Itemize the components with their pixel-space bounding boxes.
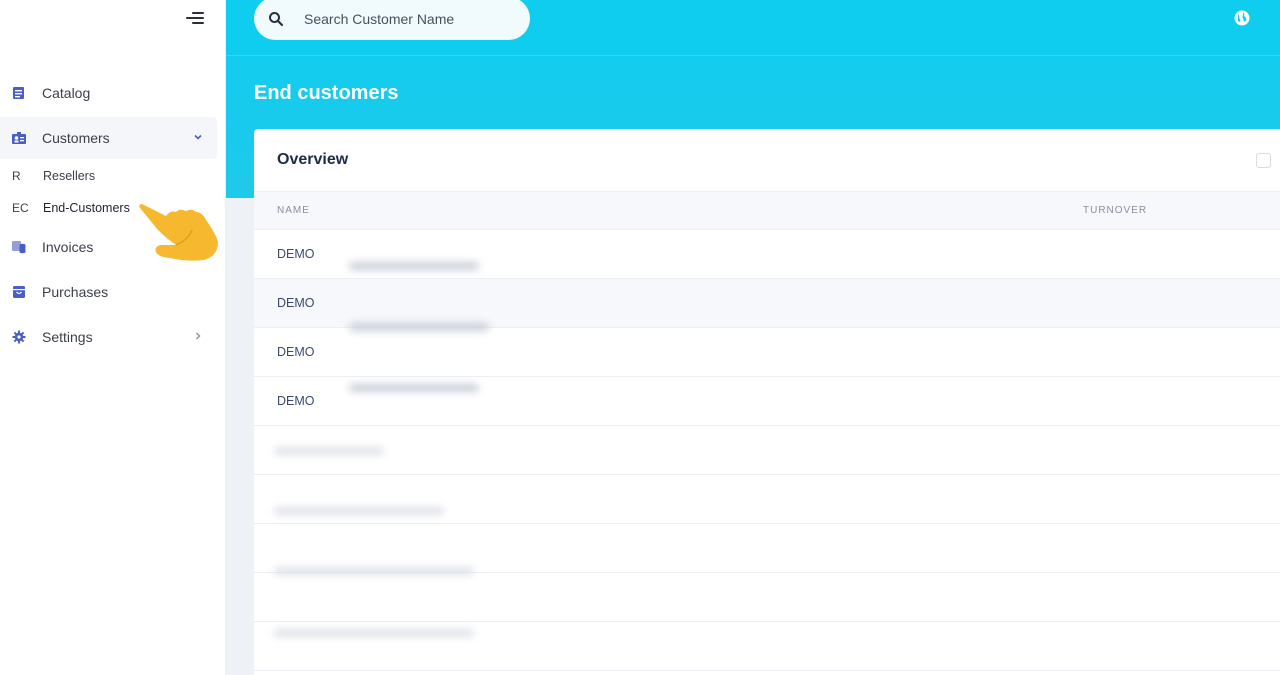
customer-name: DEMO bbox=[277, 345, 315, 359]
table-row[interactable]: DEMO bbox=[254, 279, 1280, 328]
card-checkbox[interactable] bbox=[1256, 153, 1271, 168]
page-title: End customers bbox=[254, 82, 399, 104]
purchases-icon bbox=[12, 285, 26, 299]
customer-name: DEMO bbox=[277, 394, 315, 408]
sidebar: Catalog Customers R Resellers EC End-Cus… bbox=[0, 0, 226, 675]
sidebar-subitem-end-customers[interactable]: EC End-Customers bbox=[12, 198, 130, 218]
redacted-text bbox=[274, 447, 384, 455]
table-header: NAME TURNOVER bbox=[254, 191, 1280, 230]
sidebar-item-purchases[interactable]: Purchases bbox=[0, 271, 217, 313]
customer-name: DEMO bbox=[277, 296, 315, 310]
redacted-text bbox=[349, 323, 489, 331]
table-row[interactable]: DEMO bbox=[254, 230, 1280, 279]
redacted-text bbox=[274, 567, 474, 575]
subitem-abbr: R bbox=[12, 169, 21, 183]
overview-card: Overview NAME TURNOVER DEMO DEMO DEMO DE… bbox=[254, 129, 1280, 675]
sidebar-item-customers[interactable]: Customers bbox=[0, 117, 217, 159]
subitem-abbr: EC bbox=[12, 201, 29, 215]
card-title: Overview bbox=[277, 151, 349, 168]
sidebar-item-label: Purchases bbox=[42, 284, 109, 300]
sidebar-subitem-resellers[interactable]: R Resellers bbox=[12, 166, 95, 186]
sidebar-item-label: Invoices bbox=[42, 239, 94, 255]
gear-icon bbox=[12, 330, 26, 344]
search-input[interactable] bbox=[304, 10, 504, 27]
sidebar-item-catalog[interactable]: Catalog bbox=[0, 72, 217, 114]
redacted-text bbox=[349, 262, 479, 270]
sidebar-item-label: Catalog bbox=[42, 85, 91, 101]
table-row[interactable] bbox=[254, 524, 1280, 573]
subitem-label: End-Customers bbox=[43, 201, 130, 215]
invoices-icon bbox=[12, 240, 26, 254]
redacted-text bbox=[274, 507, 444, 515]
pointing-hand-icon bbox=[139, 204, 218, 261]
top-bar bbox=[226, 0, 1280, 55]
catalog-icon bbox=[12, 86, 26, 100]
column-header-turnover[interactable]: TURNOVER bbox=[1083, 205, 1147, 216]
sidebar-item-settings[interactable]: Settings bbox=[0, 316, 217, 358]
sidebar-item-label: Customers bbox=[42, 130, 110, 146]
redacted-text bbox=[349, 384, 479, 392]
redacted-text bbox=[274, 629, 474, 637]
globe-icon[interactable] bbox=[1234, 10, 1250, 26]
chevron-down-icon bbox=[193, 131, 203, 145]
column-header-name[interactable]: NAME bbox=[277, 205, 310, 216]
table-row[interactable] bbox=[254, 475, 1280, 524]
menu-toggle-icon[interactable] bbox=[186, 12, 204, 26]
customers-icon bbox=[12, 131, 26, 145]
subitem-label: Resellers bbox=[43, 169, 96, 183]
search-box[interactable] bbox=[254, 0, 530, 40]
table-row[interactable] bbox=[254, 573, 1280, 622]
search-icon bbox=[268, 11, 284, 27]
chevron-right-icon bbox=[193, 330, 203, 344]
table-row[interactable]: DEMO bbox=[254, 328, 1280, 377]
table-row[interactable] bbox=[254, 426, 1280, 475]
sidebar-item-label: Settings bbox=[42, 329, 93, 345]
customer-name: DEMO bbox=[277, 247, 315, 261]
